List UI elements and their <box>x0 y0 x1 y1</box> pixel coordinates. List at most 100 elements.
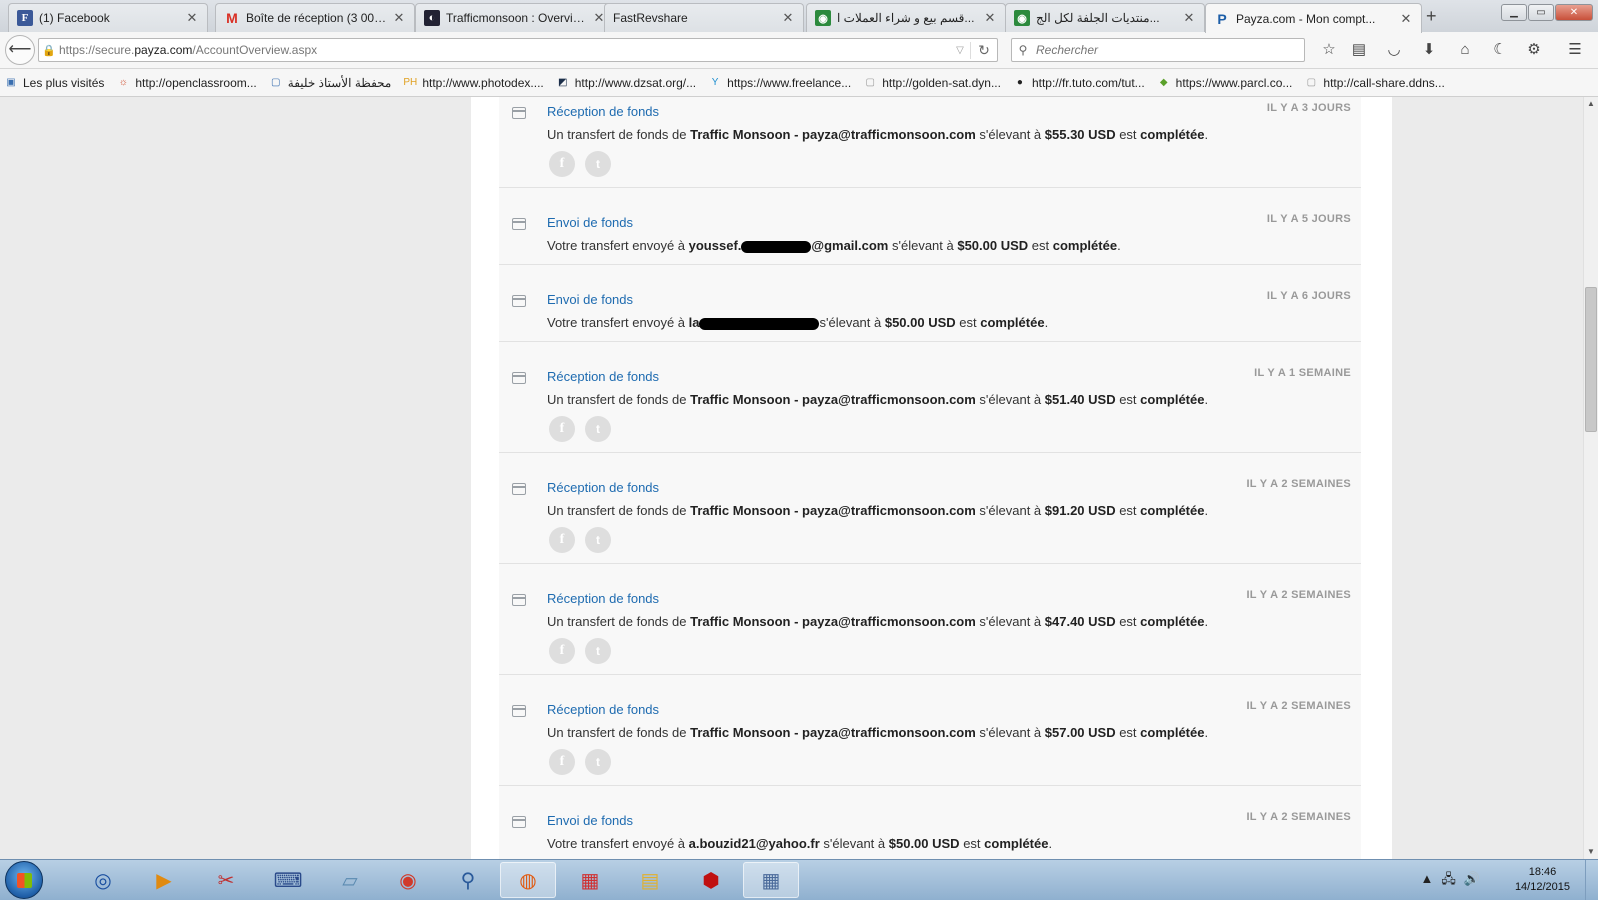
description-post: est <box>955 315 981 330</box>
pocket-icon[interactable]: ◡ <box>1384 40 1404 60</box>
scrollbar-thumb[interactable] <box>1585 287 1597 432</box>
facebook-share-icon[interactable]: f <box>549 151 575 177</box>
back-button[interactable]: ⟵ <box>5 35 35 65</box>
tab-close-icon[interactable]: ✕ <box>781 10 795 26</box>
browser-tab[interactable]: FastRevshare ✕ <box>604 3 804 32</box>
taskbar-app-calculator[interactable]: ▦ <box>743 862 799 898</box>
tab-close-icon[interactable]: ✕ <box>185 10 199 26</box>
transaction-description: Votre transfert envoyé à youssef. @gmail.… <box>547 238 1121 253</box>
bookmark-item[interactable]: Yhttps://www.freelance... <box>708 76 851 90</box>
facebook-share-icon[interactable]: f <box>549 638 575 664</box>
browser-tab[interactable]: P Payza.com - Mon compt... ✕ <box>1205 3 1422 33</box>
bookmark-item[interactable]: PH http://www.photodex.... <box>403 76 543 90</box>
transaction-status: complétée <box>1140 614 1205 629</box>
tab-close-icon[interactable]: ✕ <box>1399 11 1413 27</box>
description-post: est <box>1115 127 1141 142</box>
tab-title: (1) Facebook <box>39 11 110 25</box>
browser-tab[interactable]: M Boîte de réception (3 003)... ✕ <box>215 3 415 32</box>
url-text[interactable]: https://secure.payza.com/AccountOverview… <box>59 43 950 57</box>
bookmark-star-icon[interactable]: ☆ <box>1319 40 1339 60</box>
browser-tab[interactable]: ◐ Trafficmonsoon : Overview ✕ <box>415 3 615 32</box>
taskbar-app-firefox[interactable]: ◍ <box>500 862 556 898</box>
bookmark-item[interactable]: ◩ http://www.dzsat.org/... <box>556 76 696 90</box>
system-tray[interactable]: ▲🖧🔊 <box>1420 870 1488 892</box>
close-window-button[interactable]: ✕ <box>1555 4 1593 21</box>
taskbar-app-explorer[interactable]: ▤ <box>622 862 678 898</box>
bookmark-item[interactable]: ▣ Les plus visités <box>4 76 104 90</box>
tray-expand-icon[interactable]: ▲ <box>1420 871 1441 886</box>
network-icon[interactable]: 🖧 <box>1441 871 1464 886</box>
taskbar-app-apps-grid[interactable]: ▦ <box>562 862 618 898</box>
show-desktop-button[interactable] <box>1585 860 1598 900</box>
transaction-title-link[interactable]: Envoi de fonds <box>547 292 633 307</box>
facebook-share-icon[interactable]: f <box>549 749 575 775</box>
taskbar-app-antivirus[interactable]: ⬢ <box>683 862 739 898</box>
bookmark-item[interactable]: ▢ محفظة الأستاذ خليفة <box>269 76 391 90</box>
lock-icon: 🔒 <box>42 44 56 57</box>
browser-tab[interactable]: F (1) Facebook ✕ <box>8 3 208 32</box>
twitter-share-icon[interactable]: t <box>585 151 611 177</box>
browser-tab[interactable]: ◉ منتديات الجلفة لكل الج... ✕ <box>1005 3 1205 32</box>
transaction-title-link[interactable]: Réception de fonds <box>547 369 659 384</box>
bookmark-item[interactable]: ☼ http://openclassroom... <box>116 76 257 90</box>
transaction-title-link[interactable]: Réception de fonds <box>547 480 659 495</box>
bookmark-item[interactable]: ● http://fr.tuto.com/tut... <box>1013 76 1145 90</box>
tab-close-icon[interactable]: ✕ <box>1182 10 1196 26</box>
bookmark-item[interactable]: ◆ https://www.parcl.co... <box>1157 76 1293 90</box>
twitter-share-icon[interactable]: t <box>585 416 611 442</box>
transaction-time: IL Y A 2 SEMAINES <box>1246 478 1351 490</box>
taskbar-app-media-player[interactable]: ▶ <box>136 862 192 898</box>
reading-list-icon[interactable]: ▤ <box>1349 40 1369 60</box>
twitter-share-icon[interactable]: t <box>585 749 611 775</box>
facebook-share-icon[interactable]: f <box>549 527 575 553</box>
search-input[interactable] <box>1034 42 1298 58</box>
maximize-button[interactable]: ▭ <box>1528 4 1554 21</box>
transaction-status: complétée <box>1140 127 1205 142</box>
taskbar-app-snipping-tool[interactable]: ✂ <box>198 862 254 898</box>
tab-close-icon[interactable]: ✕ <box>983 10 997 26</box>
description-post: est <box>959 836 985 851</box>
taskbar-app-search[interactable]: ⚲ <box>440 862 496 898</box>
twitter-share-icon[interactable]: t <box>585 638 611 664</box>
address-bar[interactable]: 🔒 https://secure.payza.com/AccountOvervi… <box>38 38 998 62</box>
media-player-icon: ▶ <box>156 869 172 892</box>
minimize-button[interactable]: ▁ <box>1501 4 1527 21</box>
tab-favicon-icon: F <box>17 10 33 26</box>
transaction-status: complétée <box>980 315 1045 330</box>
scroll-down-arrow-icon[interactable]: ▼ <box>1584 845 1598 859</box>
night-mode-icon[interactable]: ☾ <box>1490 40 1510 60</box>
transaction-title-link[interactable]: Réception de fonds <box>547 591 659 606</box>
description-end: . <box>1204 392 1209 407</box>
facebook-share-icon[interactable]: f <box>549 416 575 442</box>
browser-tab[interactable]: ◉ قسم بيع و شراء العملات ا... ✕ <box>806 3 1006 32</box>
url-dropdown-icon[interactable]: ▽ <box>950 45 970 56</box>
vertical-scrollbar[interactable]: ▲ ▼ <box>1583 97 1598 859</box>
tab-close-icon[interactable]: ✕ <box>392 10 406 26</box>
extension-icon[interactable]: ⚙ <box>1524 40 1544 60</box>
wallet-icon <box>512 705 526 717</box>
taskbar-app-keyboard[interactable]: ⌨ <box>260 862 316 898</box>
start-button[interactable] <box>5 861 43 899</box>
new-tab-button[interactable]: + <box>1426 6 1437 27</box>
transaction-time: IL Y A 6 JOURS <box>1266 290 1351 302</box>
transaction-title-link[interactable]: Envoi de fonds <box>547 813 633 828</box>
scroll-up-arrow-icon[interactable]: ▲ <box>1584 97 1598 111</box>
download-icon[interactable]: ⬇ <box>1419 40 1439 60</box>
home-icon[interactable]: ⌂ <box>1455 40 1475 60</box>
bookmark-item[interactable]: ▢ http://call-share.ddns... <box>1304 75 1445 90</box>
transaction-row: Envoi de fonds IL Y A 5 JOURS Votre transf… <box>499 188 1361 265</box>
search-bar[interactable]: ⚲ <box>1011 38 1305 62</box>
transaction-title-link[interactable]: Réception de fonds <box>547 104 659 119</box>
clock[interactable]: 18:46 14/12/2015 <box>1515 865 1570 895</box>
transaction-title-link[interactable]: Envoi de fonds <box>547 215 633 230</box>
twitter-share-icon[interactable]: t <box>585 527 611 553</box>
taskbar-app-notepad[interactable]: ▱ <box>322 862 378 898</box>
transaction-title-link[interactable]: Réception de fonds <box>547 702 659 717</box>
volume-icon[interactable]: 🔊 <box>1464 871 1488 886</box>
bookmark-label: http://call-share.ddns... <box>1323 75 1445 90</box>
bookmark-item[interactable]: ▢ http://golden-sat.dyn... <box>863 76 1000 90</box>
reload-icon[interactable]: ↻ <box>970 41 997 59</box>
taskbar-app-itunes[interactable]: ◎ <box>75 862 131 898</box>
menu-icon[interactable]: ☰ <box>1565 40 1585 60</box>
taskbar-app-chrome[interactable]: ◉ <box>380 862 436 898</box>
